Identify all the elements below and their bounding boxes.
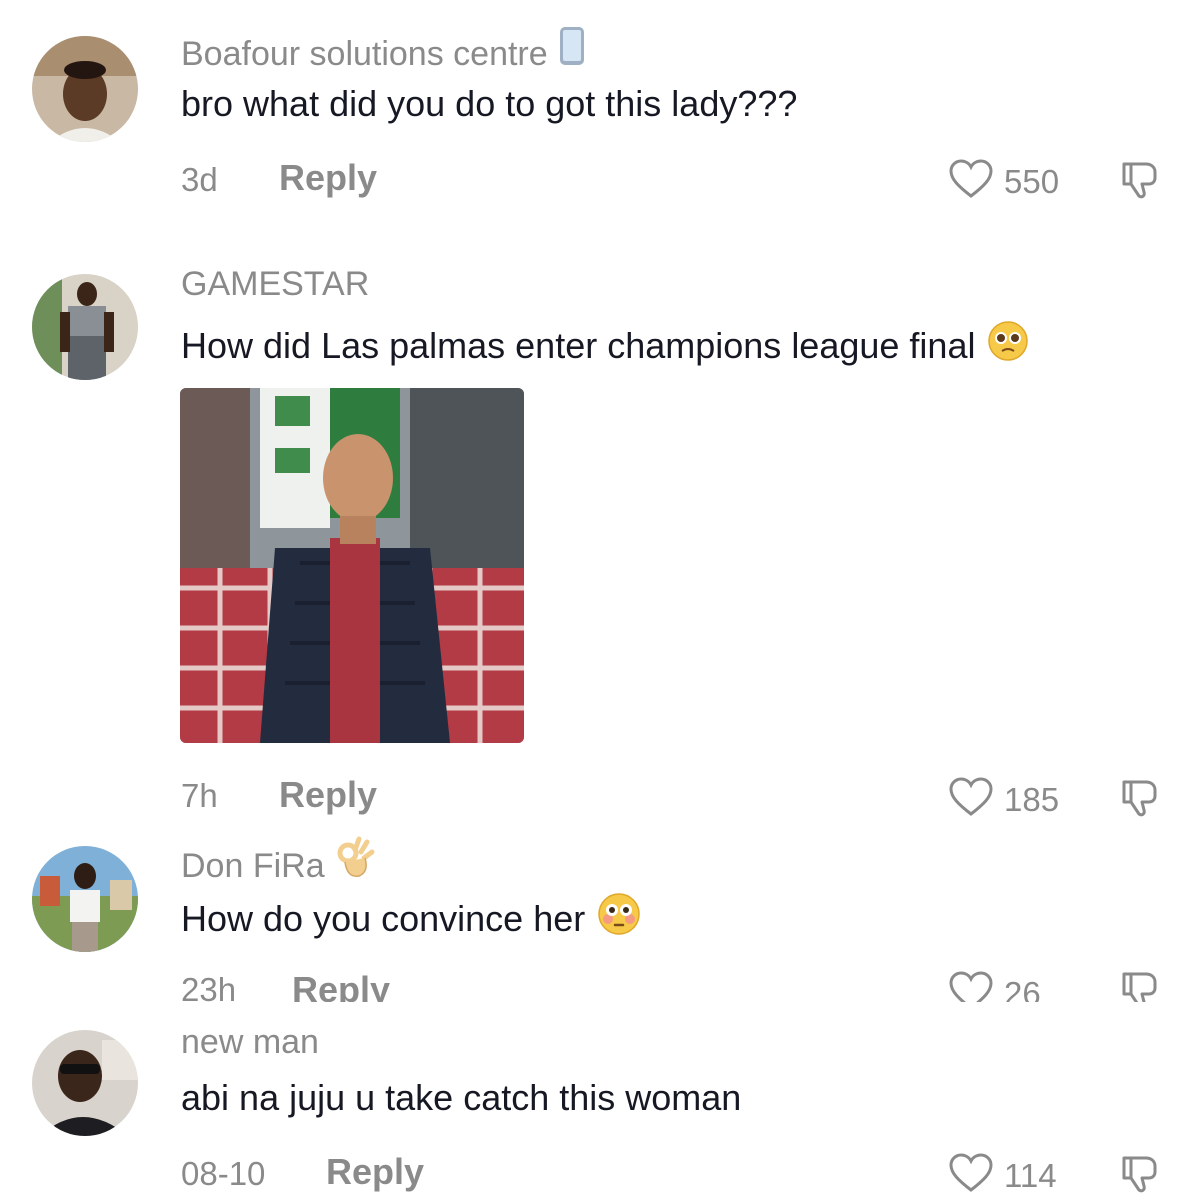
like-count: 26 xyxy=(1004,974,1041,1003)
comments-panel: Boafour solutions centre bro what did yo… xyxy=(0,0,1200,1200)
thumbs-down-icon xyxy=(1122,1156,1157,1193)
reply-button[interactable]: Reply xyxy=(292,970,390,1003)
dislike-button[interactable] xyxy=(1118,968,1162,1002)
username[interactable]: GAMESTAR xyxy=(181,264,369,304)
comment-image[interactable] xyxy=(180,388,524,743)
reply-button[interactable]: Reply xyxy=(279,158,377,198)
thumbs-down-icon xyxy=(1122,162,1157,199)
heart-icon xyxy=(948,970,994,1002)
like-button[interactable]: 114 xyxy=(948,1152,1057,1199)
comment-actions-row: 23h Reply 26 xyxy=(0,960,1200,1002)
avatar[interactable] xyxy=(32,274,138,380)
username[interactable]: Boafour solutions centre xyxy=(181,34,548,74)
username[interactable]: new man xyxy=(181,1022,319,1062)
thumbs-down-icon xyxy=(1122,972,1157,1002)
like-button[interactable]: 185 xyxy=(948,776,1059,823)
comment-time: 3d xyxy=(181,161,218,198)
username[interactable]: Don FiRa xyxy=(181,846,325,886)
heart-icon xyxy=(948,776,994,823)
comment-body: abi na juju u take catch this woman xyxy=(181,1077,742,1118)
avatar[interactable] xyxy=(32,1030,138,1136)
reply-button[interactable]: Reply xyxy=(326,1152,424,1192)
comment-text: How do you convince her xyxy=(181,892,641,946)
comment-body: How did Las palmas enter champions leagu… xyxy=(181,325,976,366)
heart-icon xyxy=(948,1152,994,1199)
avatar[interactable] xyxy=(32,846,138,952)
dislike-button[interactable] xyxy=(1118,776,1162,820)
like-count: 114 xyxy=(1004,1156,1057,1194)
heart-icon xyxy=(948,158,994,205)
like-button[interactable]: 26 xyxy=(948,970,1041,1002)
pleading-face-emoji xyxy=(987,320,1029,372)
reply-button[interactable]: Reply xyxy=(279,775,377,815)
comment-body: bro what did you do to got this lady??? xyxy=(181,83,798,124)
comment-text: abi na juju u take catch this woman xyxy=(181,1076,741,1120)
comment-header: Don FiRa xyxy=(181,836,375,896)
comment-body: How do you convince her xyxy=(181,898,586,939)
comment-time: 7h xyxy=(181,777,218,814)
phone-icon xyxy=(558,26,586,82)
flushed-face-emoji xyxy=(597,892,641,946)
comment-header: Boafour solutions centre xyxy=(181,26,586,82)
like-count: 550 xyxy=(1004,162,1060,200)
dislike-button[interactable] xyxy=(1118,158,1162,202)
like-button[interactable]: 550 xyxy=(948,158,1059,205)
thumbs-down-icon xyxy=(1122,780,1157,817)
ok-hand-emoji xyxy=(335,836,375,896)
avatar[interactable] xyxy=(32,36,138,142)
comment-text: How did Las palmas enter champions leagu… xyxy=(181,320,1029,372)
comment-time: 23h xyxy=(181,971,237,1002)
like-count: 185 xyxy=(1004,780,1060,818)
comment-time: 08-10 xyxy=(181,1155,266,1192)
dislike-button[interactable] xyxy=(1118,1152,1162,1196)
comment-text: bro what did you do to got this lady??? xyxy=(181,82,797,126)
